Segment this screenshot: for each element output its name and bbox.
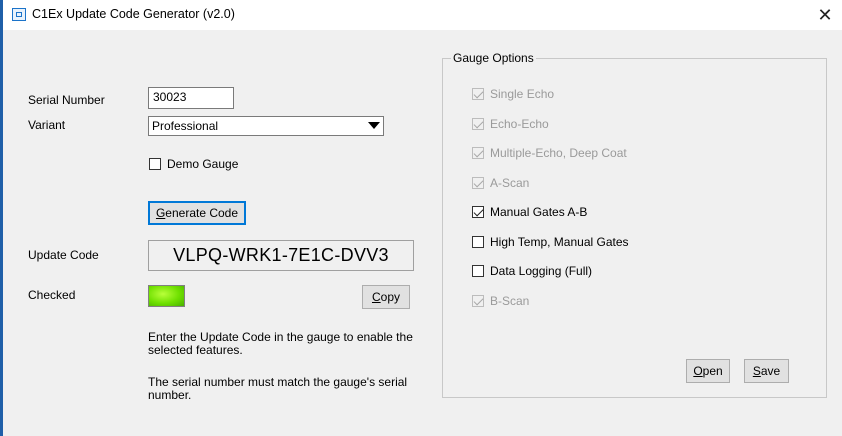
- title-bar: C1Ex Update Code Generator (v2.0) ✕: [3, 0, 842, 30]
- close-icon[interactable]: ✕: [812, 2, 838, 28]
- checkbox-box: [472, 177, 484, 189]
- save-button[interactable]: Save: [744, 359, 789, 383]
- checkbox-box[interactable]: [472, 236, 484, 248]
- demo-gauge-label: Demo Gauge: [167, 157, 239, 171]
- gauge-option-4[interactable]: Manual Gates A-B: [472, 205, 587, 219]
- serial-number-input[interactable]: 30023: [148, 87, 234, 109]
- checked-indicator-led: [148, 285, 185, 307]
- info-text-1: Enter the Update Code in the gauge to en…: [148, 330, 413, 357]
- gauge-option-0: Single Echo: [472, 87, 554, 101]
- serial-number-label: Serial Number: [28, 93, 105, 107]
- gauge-option-label: High Temp, Manual Gates: [490, 235, 629, 249]
- save-label: Save: [752, 364, 781, 378]
- copy-button[interactable]: Copy: [362, 285, 410, 309]
- checkbox-box: [472, 295, 484, 307]
- checkbox-box: [472, 118, 484, 130]
- gauge-option-6[interactable]: Data Logging (Full): [472, 264, 592, 278]
- open-label: Open: [693, 364, 723, 378]
- gauge-option-label: Data Logging (Full): [490, 264, 593, 278]
- generate-code-button[interactable]: Generate Code: [148, 201, 246, 225]
- open-button[interactable]: Open: [686, 359, 730, 383]
- app-window: C1Ex Update Code Generator (v2.0) ✕ Seri…: [0, 0, 842, 436]
- checkbox-box[interactable]: [149, 158, 161, 170]
- generate-code-label: Generate Code: [155, 206, 239, 220]
- checkbox-box[interactable]: [472, 206, 484, 218]
- gauge-option-label: Single Echo: [490, 87, 555, 101]
- info-text-2: The serial number must match the gauge's…: [148, 375, 408, 402]
- gauge-options-group: [442, 58, 827, 398]
- checkbox-box: [472, 147, 484, 159]
- variant-label: Variant: [28, 118, 66, 132]
- update-code-display: VLPQ-WRK1-7E1C-DVV3: [148, 240, 414, 271]
- gauge-option-3: A-Scan: [472, 176, 529, 190]
- gauge-option-label: A-Scan: [490, 176, 530, 190]
- checkbox-box: [472, 88, 484, 100]
- gauge-option-7: B-Scan: [472, 294, 529, 308]
- copy-label: Copy: [371, 290, 401, 304]
- gauge-options-title: Gauge Options: [451, 51, 536, 65]
- gauge-option-label: Manual Gates A-B: [490, 205, 588, 219]
- checkbox-box[interactable]: [472, 265, 484, 277]
- update-code-label: Update Code: [28, 248, 99, 262]
- checked-label: Checked: [28, 288, 76, 302]
- variant-dropdown[interactable]: Professional: [148, 116, 384, 136]
- gauge-option-1: Echo-Echo: [472, 117, 549, 131]
- gauge-option-label: Multiple-Echo, Deep Coat: [490, 146, 627, 160]
- gauge-option-label: Echo-Echo: [490, 117, 549, 131]
- variant-selected-value: Professional: [152, 119, 219, 133]
- gauge-option-5[interactable]: High Temp, Manual Gates: [472, 235, 629, 249]
- chevron-down-icon[interactable]: [368, 122, 380, 129]
- app-icon: [12, 8, 26, 21]
- gauge-option-label: B-Scan: [490, 294, 530, 308]
- window-title: C1Ex Update Code Generator (v2.0): [32, 7, 235, 21]
- gauge-option-2: Multiple-Echo, Deep Coat: [472, 146, 627, 160]
- demo-gauge-checkbox[interactable]: Demo Gauge: [149, 157, 238, 171]
